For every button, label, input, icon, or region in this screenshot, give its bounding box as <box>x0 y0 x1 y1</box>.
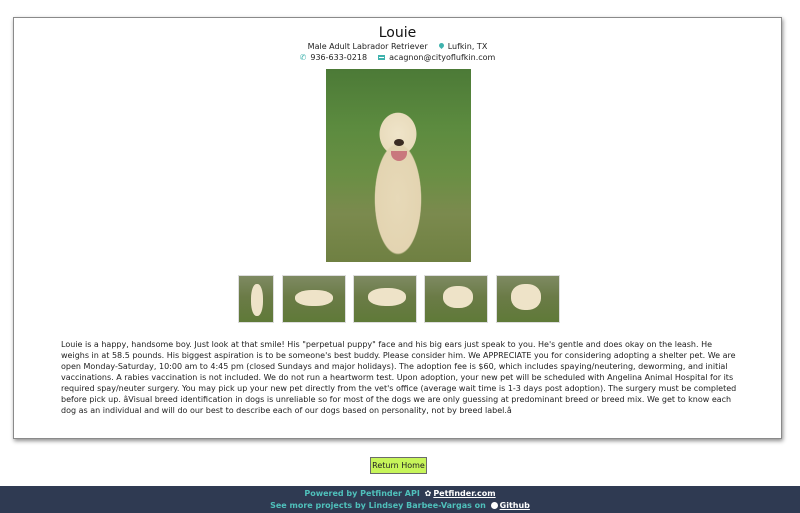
footer: Powered by Petfinder API ✿ Petfinder.com … <box>0 486 800 513</box>
thumbnail-5[interactable] <box>496 275 560 323</box>
thumbnail-2[interactable] <box>282 275 346 323</box>
pet-email[interactable]: acagnon@cityoflufkin.com <box>389 53 495 62</box>
phone-icon: ✆ <box>299 53 307 62</box>
main-dog-photo <box>326 69 471 262</box>
github-icon <box>490 502 498 509</box>
petfinder-link[interactable]: Petfinder.com <box>433 489 495 498</box>
paw-icon: ✿ <box>424 489 432 498</box>
pet-card: Louie Male Adult Labrador Retriever Lufk… <box>13 17 782 439</box>
footer-projects-text: See more projects by Lindsey Barbee-Varg… <box>270 501 486 510</box>
dog-mouth <box>391 151 407 161</box>
pet-phone[interactable]: 936-633-0218 <box>310 53 367 62</box>
github-link[interactable]: Github <box>500 501 530 510</box>
footer-powered-by: Powered by Petfinder API <box>304 489 420 498</box>
thumbnail-4[interactable] <box>424 275 488 323</box>
envelope-icon <box>378 55 386 60</box>
footer-line-2: See more projects by Lindsey Barbee-Varg… <box>0 501 800 510</box>
dog-nose <box>394 139 404 146</box>
pet-meta-line: Male Adult Labrador Retriever Lufkin, TX <box>14 41 781 51</box>
pet-summary: Male Adult Labrador Retriever <box>307 42 428 51</box>
pet-contact-line: ✆ 936-633-0218 acagnon@cityoflufkin.com <box>14 53 781 62</box>
pet-description: Louie is a happy, handsome boy. Just loo… <box>61 340 737 415</box>
footer-line-1: Powered by Petfinder API ✿ Petfinder.com <box>0 489 800 498</box>
thumbnail-3[interactable] <box>353 275 417 323</box>
return-home-button[interactable]: Return Home <box>370 457 427 474</box>
thumbnail-1[interactable] <box>238 275 274 323</box>
thumbnail-strip <box>14 275 781 323</box>
map-pin-icon <box>437 41 445 50</box>
pet-name: Louie <box>378 25 417 41</box>
pet-location: Lufkin, TX <box>447 42 488 51</box>
